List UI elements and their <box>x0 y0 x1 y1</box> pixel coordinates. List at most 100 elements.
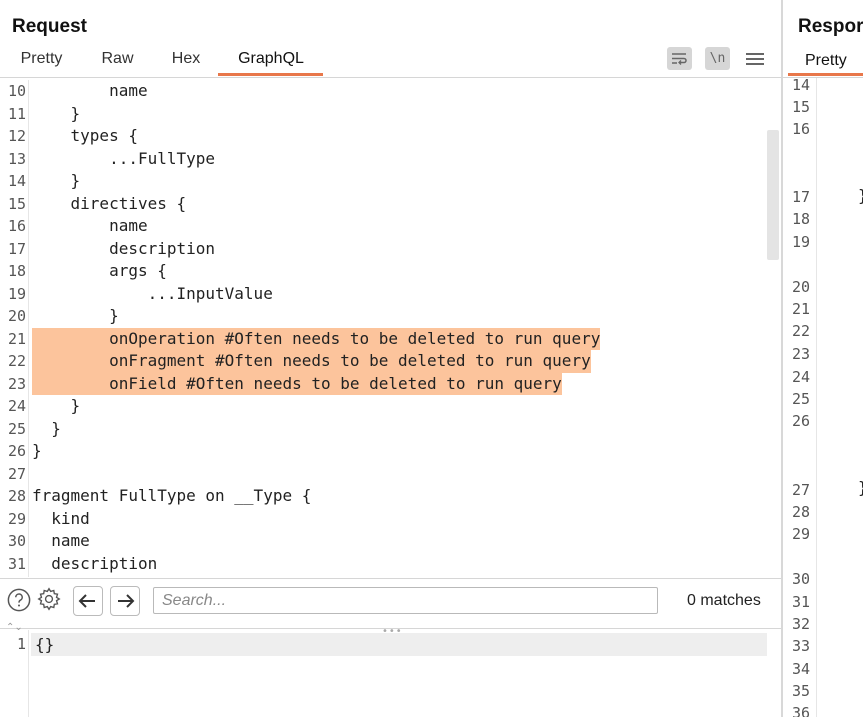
line-number: 22 <box>7 352 26 370</box>
next-match-button[interactable] <box>110 586 140 616</box>
line-number: 25 <box>7 419 26 438</box>
response-line-number: 15 <box>791 98 810 116</box>
previous-match-button[interactable] <box>73 586 103 616</box>
code-line: 21 onOperation #Often needs to be delete… <box>0 327 767 350</box>
line-number: 15 <box>7 194 26 213</box>
wrap-lines-button[interactable] <box>667 47 692 70</box>
response-line-number: 21 <box>791 300 810 318</box>
response-closing-brace: } <box>858 478 863 497</box>
code-text: args { <box>32 261 167 280</box>
wrap-lines-icon <box>672 53 687 65</box>
code-text: types { <box>32 126 138 145</box>
line-number: 11 <box>7 104 26 123</box>
request-pane: Request Pretty Raw Hex GraphQL \n 10 nam… <box>0 0 781 717</box>
code-text: } <box>32 103 81 123</box>
code-line: 15 directives { <box>0 193 767 216</box>
line-number: 29 <box>7 509 26 528</box>
response-line-number: 34 <box>791 660 810 678</box>
response-line-number: 14 <box>791 76 810 94</box>
code-line: 24 } <box>0 395 767 418</box>
code-line: 14 } <box>0 170 767 193</box>
response-tab-pretty[interactable]: Pretty <box>805 52 847 70</box>
line-number: 27 <box>7 464 26 483</box>
code-text: kind <box>32 508 90 528</box>
response-line-number: 29 <box>791 525 810 543</box>
code-text: fragment FullType on __Type { <box>32 486 312 505</box>
tab-raw[interactable]: Raw <box>101 50 134 76</box>
variables-active-line <box>31 633 767 656</box>
response-line-number: 19 <box>791 233 810 251</box>
help-icon[interactable] <box>7 588 31 612</box>
variables-line-number: 1 <box>16 635 26 653</box>
code-line: 29 kind <box>0 508 767 531</box>
variables-gutter-border <box>28 630 29 717</box>
variables-editor[interactable]: {} <box>35 633 54 656</box>
code-line: 30 name <box>0 530 767 553</box>
code-text: name <box>32 81 148 100</box>
tabs-divider <box>0 77 781 78</box>
code-line: 31 description <box>0 553 767 576</box>
search-input[interactable] <box>153 587 658 614</box>
arrow-right-icon <box>118 594 135 608</box>
response-line-number: 26 <box>791 412 810 430</box>
response-line-number: 30 <box>791 570 810 588</box>
code-text: ...FullType <box>32 148 216 168</box>
collapse-toggle-icon[interactable]: ⌃⌄ <box>6 622 23 633</box>
line-number: 23 <box>7 374 26 393</box>
highlighted-code-text: onOperation #Often needs to be deleted t… <box>32 327 601 350</box>
line-number: 13 <box>7 149 26 168</box>
code-line: 16 name <box>0 215 767 238</box>
code-text: ...InputValue <box>32 283 273 303</box>
response-line-number: 33 <box>791 637 810 655</box>
response-line-number: 32 <box>791 615 810 633</box>
response-line-number: 28 <box>791 503 810 521</box>
line-number: 18 <box>7 262 26 280</box>
highlighted-code-text: onFragment #Often needs to be deleted to… <box>32 350 591 373</box>
code-text: description <box>32 553 158 573</box>
highlighted-code-text: onField #Often needs to be deleted to ru… <box>32 372 562 395</box>
search-match-count: 0 matches <box>687 592 761 609</box>
response-line-number: 27 <box>791 481 810 499</box>
line-number: 28 <box>7 487 26 505</box>
line-number: 14 <box>7 172 26 190</box>
code-line: 13 ...FullType <box>0 148 767 171</box>
code-text: } <box>32 306 119 325</box>
response-line-number: 25 <box>791 390 810 408</box>
response-line-number: 17 <box>791 188 810 206</box>
code-line: 17 description <box>0 238 767 261</box>
line-number: 21 <box>7 329 26 348</box>
editor-gutter-border <box>28 80 29 577</box>
response-line-number: 31 <box>791 593 810 611</box>
code-line: 18 args { <box>0 260 767 283</box>
response-line-number: 35 <box>791 682 810 700</box>
line-number: 16 <box>7 217 26 235</box>
response-closing-brace: } <box>858 186 863 205</box>
code-text: description <box>32 238 216 258</box>
code-line: 27 <box>0 463 767 486</box>
active-tab-underline <box>218 73 323 76</box>
line-number: 31 <box>7 554 26 573</box>
show-newlines-button[interactable]: \n <box>705 47 730 70</box>
code-line: 10 name <box>0 80 767 103</box>
code-text: name <box>32 216 148 235</box>
code-line: 28 fragment FullType on __Type { <box>0 485 767 508</box>
tab-pretty[interactable]: Pretty <box>20 50 63 76</box>
response-line-number: 36 <box>791 704 810 717</box>
code-line: 19 ...InputValue <box>0 283 767 306</box>
response-line-number: 18 <box>791 210 810 228</box>
line-number: 19 <box>7 284 26 303</box>
code-line: 20 } <box>0 305 767 328</box>
line-number: 10 <box>7 82 26 100</box>
code-line: 23 onField #Often needs to be deleted to… <box>0 372 767 395</box>
line-number: 17 <box>7 239 26 258</box>
tab-hex[interactable]: Hex <box>171 50 201 76</box>
arrow-left-icon <box>78 594 95 608</box>
hamburger-menu-icon[interactable] <box>746 50 764 68</box>
code-line: 22 onFragment #Often needs to be deleted… <box>0 350 767 373</box>
line-number: 30 <box>7 532 26 550</box>
line-number: 24 <box>7 397 26 415</box>
gear-icon[interactable] <box>37 587 61 611</box>
line-number: 12 <box>7 127 26 145</box>
editor-scrollbar[interactable] <box>767 130 779 260</box>
request-editor[interactable]: 10 name 11 } 12 types {13 ...FullType 14 } 1… <box>0 80 767 577</box>
